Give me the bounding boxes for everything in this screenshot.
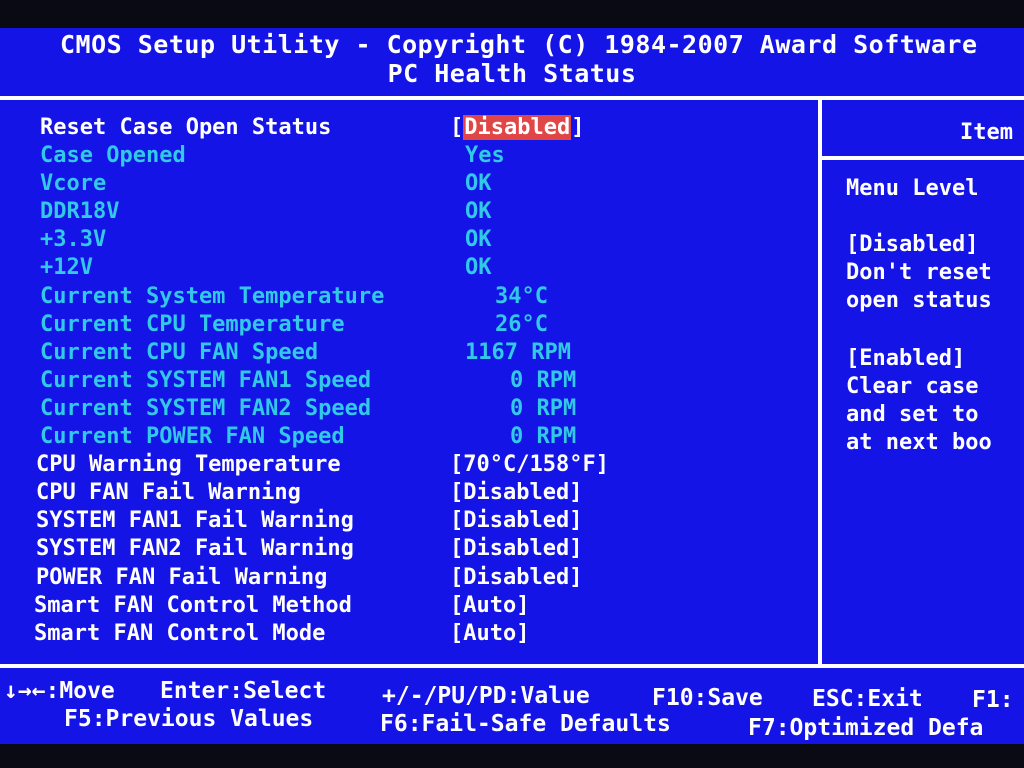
setting-label: Case Opened	[40, 143, 186, 168]
key-hint-save: F10:Save	[652, 685, 763, 711]
setting-label: +12V	[40, 255, 93, 280]
setting-label: Current CPU Temperature	[40, 312, 345, 337]
setting-value[interactable]: [Disabled]	[450, 565, 582, 590]
menu-level-label: Menu Level	[846, 176, 979, 201]
setting-value: OK	[465, 171, 492, 196]
help-line: Clear case	[846, 374, 979, 399]
key-hint-help: F1:	[972, 687, 1014, 713]
key-hint-select: Enter:Select	[160, 678, 327, 704]
setting-label: CPU Warning Temperature	[36, 452, 341, 477]
bios-title: CMOS Setup Utility - Copyright (C) 1984-…	[60, 30, 978, 59]
setting-value[interactable]: [70°C/158°F]	[450, 452, 609, 477]
setting-value: OK	[465, 227, 492, 252]
item-help-header: Item	[960, 120, 1013, 145]
bios-window: CMOS Setup Utility - Copyright (C) 1984-…	[0, 28, 1024, 744]
selected-value-highlight[interactable]: Disabled	[463, 115, 572, 140]
help-line: at next boo	[846, 430, 992, 455]
setting-label: Current POWER FAN Speed	[40, 424, 345, 449]
setting-value: 1167 RPM	[465, 340, 571, 365]
setting-label: Smart FAN Control Mode	[34, 621, 326, 646]
setting-label: SYSTEM FAN1 Fail Warning	[36, 508, 354, 533]
panel-divider	[818, 100, 822, 668]
key-hint-previous-values: F5:Previous Values	[64, 706, 314, 732]
help-line: and set to	[846, 402, 979, 427]
help-line: open status	[846, 288, 992, 313]
setting-value: 0 RPM	[510, 396, 577, 421]
key-hint-value: +/-/PU/PD:Value	[382, 683, 590, 709]
setting-value-selected[interactable]: [Disabled]	[450, 115, 584, 140]
setting-label: Current System Temperature	[40, 284, 385, 309]
setting-label: Current SYSTEM FAN1 Speed	[40, 368, 372, 393]
setting-label: CPU FAN Fail Warning	[36, 480, 301, 505]
key-hint-move: ↓→←:Move	[4, 678, 115, 704]
setting-label: Current CPU FAN Speed	[40, 340, 319, 365]
key-hint-exit: ESC:Exit	[812, 686, 923, 712]
setting-label: +3.3V	[40, 227, 107, 252]
help-header-divider	[822, 156, 1024, 160]
setting-label: SYSTEM FAN2 Fail Warning	[36, 536, 354, 561]
setting-value[interactable]: [Auto]	[450, 621, 529, 646]
monitor-screen: CMOS Setup Utility - Copyright (C) 1984-…	[0, 0, 1024, 768]
setting-label: Vcore	[40, 171, 107, 196]
setting-value: 26°C	[495, 312, 548, 337]
setting-value: OK	[465, 255, 492, 280]
setting-value[interactable]: [Auto]	[450, 593, 529, 618]
key-hint-optimized-defaults: F7:Optimized Defa	[748, 715, 984, 741]
help-line: [Enabled]	[846, 346, 966, 371]
key-hint-fail-safe-defaults: F6:Fail-Safe Defaults	[380, 711, 671, 737]
top-divider	[0, 96, 1024, 100]
setting-value: 0 RPM	[510, 368, 577, 393]
setting-label: DDR18V	[40, 199, 120, 224]
setting-value: Yes	[465, 143, 505, 168]
setting-value: 34°C	[495, 284, 548, 309]
help-line: Don't reset	[846, 260, 992, 285]
setting-label: Current SYSTEM FAN2 Speed	[40, 396, 372, 421]
setting-value[interactable]: [Disabled]	[450, 508, 582, 533]
help-line: [Disabled]	[846, 232, 979, 257]
setting-value[interactable]: [Disabled]	[450, 536, 582, 561]
setting-value: 0 RPM	[510, 424, 577, 449]
setting-value: OK	[465, 199, 492, 224]
setting-label: Smart FAN Control Method	[34, 593, 352, 618]
bottom-divider	[0, 664, 1024, 668]
setting-label: Reset Case Open Status	[40, 115, 332, 140]
setting-value[interactable]: [Disabled]	[450, 480, 582, 505]
setting-label: POWER FAN Fail Warning	[36, 565, 328, 590]
page-title: PC Health Status	[387, 59, 637, 88]
